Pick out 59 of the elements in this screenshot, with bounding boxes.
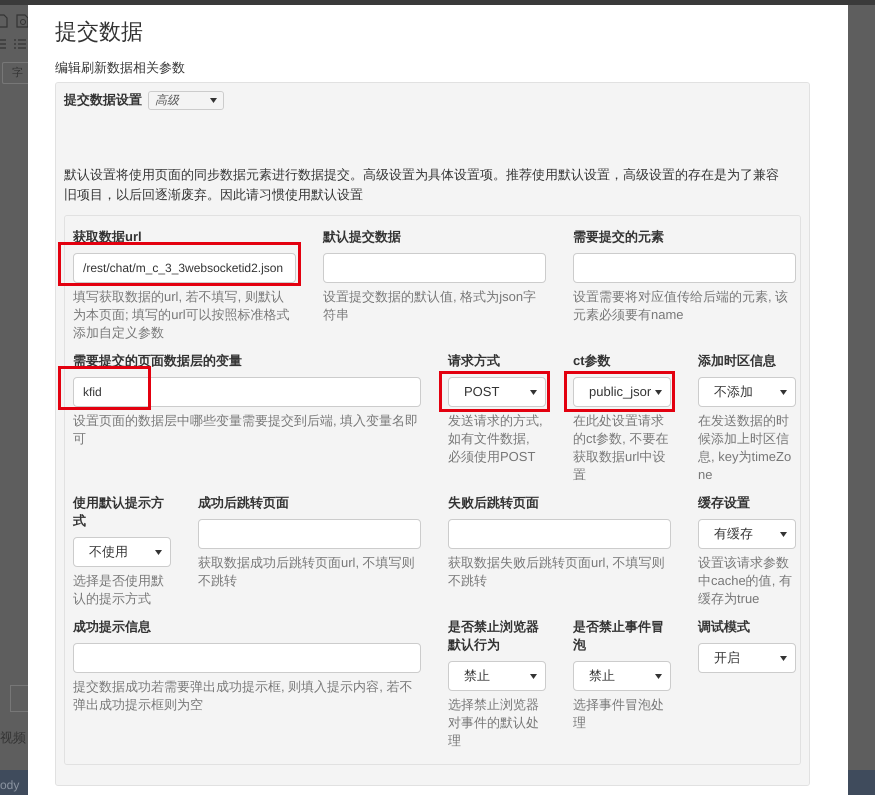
settings-label: 提交数据设置: [64, 91, 142, 110]
input-field[interactable]: [73, 643, 421, 673]
field-label: 添加时区信息: [698, 352, 777, 370]
input-field[interactable]: [573, 253, 796, 283]
input-field[interactable]: /rest/chat/m_c_3_3websocketid2.json: [73, 253, 296, 283]
field-label: 缓存设置: [698, 494, 751, 512]
dropdown[interactable]: 不添加: [698, 377, 796, 407]
dialog-subtitle: 编辑刷新数据相关参数: [55, 59, 186, 77]
help-text: 填写获取数据的url, 若不填写, 则默认为本页面; 填写的url可以按照标准格式添加自定义参数: [73, 288, 291, 342]
caret-icon: [780, 390, 787, 394]
list-icon[interactable]: [0, 38, 6, 50]
field-label: 请求方式: [448, 352, 501, 370]
caret-icon: [210, 98, 217, 102]
mode-select[interactable]: 高级: [148, 90, 224, 110]
help-text: 在此处设置请求的ct参数, 不要在获取数据url中设置: [573, 412, 670, 484]
settings-description: 默认设置将使用页面的同步数据元素进行数据提交。高级设置为具体设置项。推荐使用默认设置，高级设置的存在是为了兼容旧项目，以后回逐渐废弃。因此请习惯使用默认设置: [64, 166, 780, 204]
caret-icon: [780, 656, 787, 660]
dropdown[interactable]: 禁止: [448, 661, 546, 691]
help-text: 获取数据成功后跳转页面url, 不填写则不跳转: [198, 554, 416, 590]
field-label: 调试模式: [698, 618, 751, 636]
field-label: 成功提示信息: [73, 618, 152, 636]
caret-icon: [655, 390, 662, 394]
help-text: 在发送数据的时候添加上时区信息, key为timeZone: [698, 412, 792, 484]
dropdown[interactable]: 不使用: [73, 537, 171, 567]
input-field[interactable]: [198, 519, 421, 549]
field-label: 默认提交数据: [323, 228, 402, 246]
dialog-title: 提交数据: [55, 18, 144, 46]
input-field[interactable]: kfid: [73, 377, 421, 407]
caret-icon: [155, 550, 162, 554]
dropdown[interactable]: 禁止: [573, 661, 671, 691]
dropdown[interactable]: 开启: [698, 643, 796, 673]
caret-icon: [530, 390, 537, 394]
field-label: 使用默认提示方式: [73, 494, 165, 530]
help-text: 获取数据失败后跳转页面url, 不填写则不跳转: [448, 554, 666, 590]
help-text: 发送请求的方式, 如有文件数据, 必须使用POST: [448, 412, 544, 466]
help-text: 设置提交数据的默认值, 格式为json字符串: [323, 288, 538, 324]
field-label: 失败后跳转页面: [448, 494, 540, 512]
dropdown[interactable]: public_jsor: [573, 377, 671, 407]
help-text: 提交数据成功若需要弹出成功提示框, 则填入提示内容, 若不弹出成功提示框则为空: [73, 678, 414, 714]
list-icon[interactable]: [14, 38, 26, 50]
input-field[interactable]: [448, 519, 671, 549]
help-text: 设置页面的数据层中哪些变量需要提交到后端, 填入变量名即可: [73, 412, 420, 448]
dropdown[interactable]: 有缓存: [698, 519, 796, 549]
field-label: 需要提交的元素: [573, 228, 665, 246]
caret-icon: [530, 674, 537, 678]
help-text: 设置需要将对应值传给后端的元素, 该元素必须要有name: [573, 288, 790, 324]
help-text: 设置该请求参数中cache的值, 有缓存为true: [698, 554, 793, 608]
field-label: ct参数: [573, 352, 612, 370]
file-icon[interactable]: [0, 14, 8, 28]
caret-icon: [655, 674, 662, 678]
input-field[interactable]: [323, 253, 546, 283]
field-label: 是否禁止浏览器默认行为: [448, 618, 540, 654]
field-label: 成功后跳转页面: [198, 494, 290, 512]
dropdown[interactable]: POST: [448, 377, 546, 407]
field-label: 是否禁止事件冒泡: [573, 618, 665, 654]
help-text: 选择是否使用默认的提示方式: [73, 572, 165, 608]
caret-icon: [780, 532, 787, 536]
help-text: 选择禁止浏览器对事件的默认处理: [448, 696, 540, 750]
help-text: 选择事件冒泡处理: [573, 696, 665, 732]
